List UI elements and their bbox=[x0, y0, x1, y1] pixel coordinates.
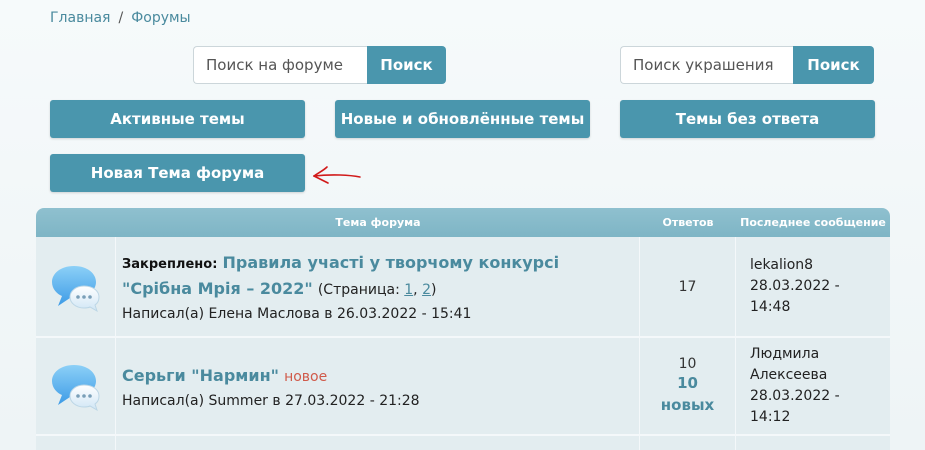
topic-author: Написал(а) Елена Маслова в 26.03.2022 - … bbox=[122, 306, 472, 322]
reply-count: 10 bbox=[678, 356, 697, 372]
header-last-post: Последнее сообщение bbox=[740, 216, 886, 229]
jewelry-search-input[interactable] bbox=[620, 46, 793, 84]
topic-title-line: Закреплено: Правила участі у творчому ко… bbox=[122, 251, 633, 302]
breadcrumb-forums-link[interactable]: Форумы bbox=[131, 10, 190, 26]
header-replies: Ответов bbox=[662, 216, 714, 229]
header-icon-cell bbox=[36, 208, 116, 237]
new-badge[interactable]: новое bbox=[284, 369, 327, 385]
pinned-label: Закреплено: bbox=[122, 257, 218, 272]
last-post-cell: lekalion8 28.03.2022 - 14:48 bbox=[736, 237, 890, 336]
new-replies-count: 10 bbox=[677, 374, 698, 392]
forum-search: Поиск bbox=[193, 46, 446, 84]
annotation-arrow-icon bbox=[313, 166, 361, 184]
forum-search-input[interactable] bbox=[193, 46, 367, 84]
active-topics-button[interactable]: Активные темы bbox=[50, 100, 305, 138]
pages-separator: , bbox=[413, 282, 418, 298]
last-post-time: 14:48 bbox=[750, 299, 791, 315]
topic-icon-cell bbox=[36, 436, 116, 450]
unanswered-topics-button[interactable]: Темы без ответа bbox=[620, 100, 875, 138]
breadcrumb: Главная / Форумы bbox=[50, 10, 191, 26]
replies-cell bbox=[640, 436, 736, 450]
pages-suffix: ) bbox=[430, 282, 437, 298]
topic-pages: (Страница: 1, 2) bbox=[318, 282, 437, 298]
reply-count: 17 bbox=[678, 278, 697, 295]
new-updated-topics-button[interactable]: Новые и обновлённые темы bbox=[335, 100, 590, 138]
table-row bbox=[36, 436, 890, 450]
last-post-cell: Людмила Алексеева 28.03.2022 - 14:12 bbox=[736, 338, 890, 434]
table-row: Серьги "Нармин" новое Написал(а) Summer … bbox=[36, 338, 890, 436]
replies-cell: 10 10 новых bbox=[640, 338, 736, 434]
topic-cell: Серьги "Нармин" новое Написал(а) Summer … bbox=[116, 338, 640, 434]
last-post-date: 28.03.2022 - 14:12 bbox=[750, 388, 840, 425]
topic-title-link[interactable]: Серьги "Нармин" bbox=[122, 366, 279, 385]
last-post-date: 28.03.2022 - bbox=[750, 278, 840, 294]
breadcrumb-home-link[interactable]: Главная bbox=[50, 10, 110, 26]
topic-title-line: Серьги "Нармин" новое bbox=[122, 364, 633, 389]
chat-bubble-icon bbox=[51, 365, 100, 411]
breadcrumb-separator: / bbox=[118, 10, 124, 26]
last-post-user[interactable]: lekalion8 bbox=[750, 255, 876, 276]
table-header: Тема форума Ответов Последнее сообщение bbox=[36, 208, 890, 237]
forum-search-button[interactable]: Поиск bbox=[367, 46, 446, 84]
topic-cell: Закреплено: Правила участі у творчому ко… bbox=[116, 237, 640, 336]
new-replies-label: новых bbox=[660, 396, 715, 414]
jewelry-search: Поиск bbox=[620, 46, 874, 84]
topic-author: Написал(а) Summer в 27.03.2022 - 21:28 bbox=[122, 392, 420, 409]
last-post-user-line2[interactable]: Алексеева bbox=[750, 365, 876, 386]
header-topic: Тема форума bbox=[335, 216, 421, 229]
topic-icon-cell bbox=[36, 237, 116, 336]
pages-prefix: (Страница: bbox=[317, 282, 400, 298]
chat-bubble-icon bbox=[51, 265, 100, 312]
table-row: Закреплено: Правила участі у творчому ко… bbox=[36, 237, 890, 338]
jewelry-search-button[interactable]: Поиск bbox=[793, 46, 874, 84]
page-link-2[interactable]: 2 bbox=[422, 282, 431, 298]
topic-icon-cell bbox=[36, 338, 116, 434]
last-post-cell bbox=[736, 436, 890, 450]
topic-table: Тема форума Ответов Последнее сообщение bbox=[36, 208, 890, 450]
new-replies-link[interactable]: 10 новых bbox=[661, 372, 714, 416]
topic-cell bbox=[116, 436, 640, 450]
replies-cell: 17 bbox=[640, 237, 736, 336]
new-topic-button[interactable]: Новая Тема форума bbox=[50, 154, 305, 192]
page-link-1[interactable]: 1 bbox=[404, 282, 413, 298]
last-post-user-line1[interactable]: Людмила bbox=[750, 344, 876, 365]
